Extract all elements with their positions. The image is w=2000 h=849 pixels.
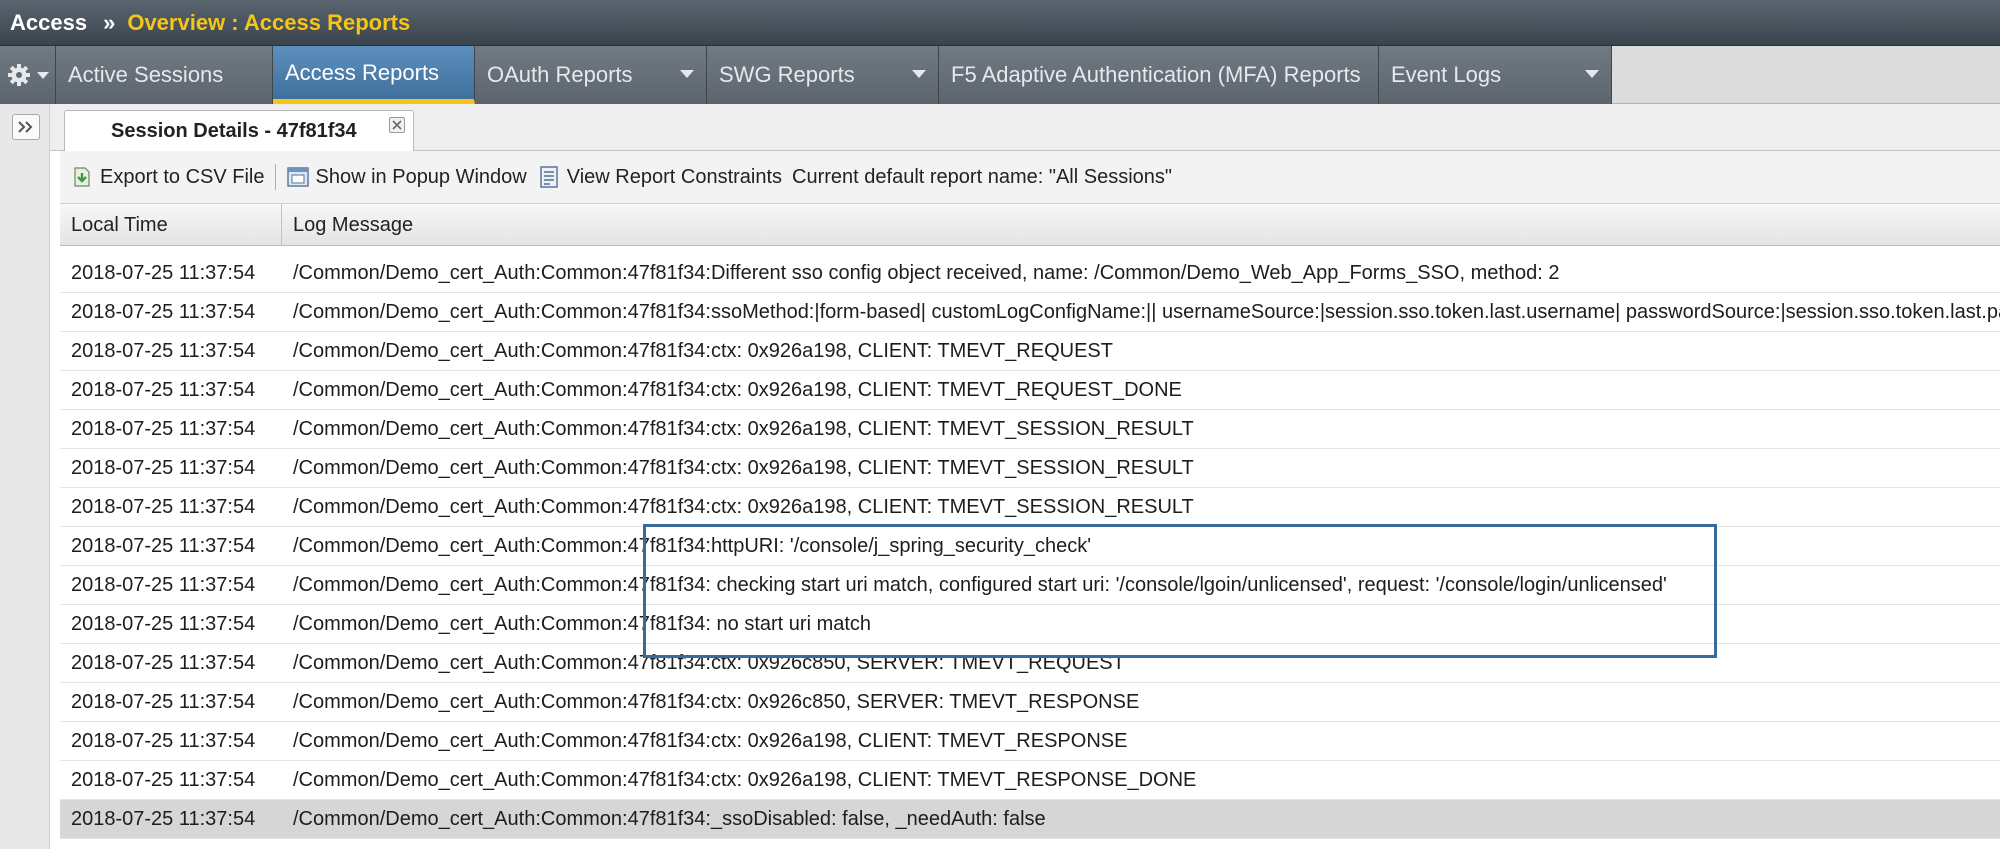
cell-local-time: 2018-07-25 11:37:54	[71, 574, 256, 596]
cell-log-message: /Common/Demo_cert_Auth:Common:47f81f34:c…	[293, 340, 1113, 362]
popup-window-label: Show in Popup Window	[315, 165, 527, 188]
table-row[interactable]: 2018-07-25 11:37:54/Common/Demo_cert_Aut…	[60, 371, 2000, 410]
tab-label: Access Reports	[285, 59, 440, 85]
export-csv-button[interactable]: Export to CSV File	[70, 165, 265, 189]
cell-log-message: /Common/Demo_cert_Auth:Common:47f81f34:c…	[293, 379, 1182, 401]
gear-icon	[7, 64, 30, 86]
doc-tab-title: Session Details - 47f81f34	[111, 120, 357, 142]
cell-log-message: /Common/Demo_cert_Auth:Common:47f81f34:c…	[293, 691, 1140, 713]
cell-local-time: 2018-07-25 11:37:54	[71, 418, 256, 440]
popup-window-button[interactable]: Show in Popup Window	[286, 165, 527, 189]
double-chevron-right-icon	[18, 121, 33, 133]
breadcrumb-current: Overview : Access Reports	[127, 9, 411, 35]
chevron-down-icon[interactable]	[1585, 70, 1599, 78]
column-header-local-time[interactable]: Local Time	[60, 204, 282, 246]
table-row[interactable]: 2018-07-25 11:37:54/Common/Demo_cert_Aut…	[60, 488, 2000, 527]
table-row[interactable]: 2018-07-25 11:37:54/Common/Demo_cert_Aut…	[60, 761, 2000, 800]
table-row[interactable]: 2018-07-25 11:37:54/Common/Demo_cert_Aut…	[60, 800, 2000, 839]
left-rail	[0, 104, 50, 849]
cell-log-message: /Common/Demo_cert_Auth:Common:47f81f34:c…	[293, 496, 1194, 518]
breadcrumb: Access » Overview : Access Reports	[0, 0, 2000, 46]
tab-access-reports[interactable]: Access Reports	[273, 46, 475, 104]
export-csv-label: Export to CSV File	[100, 165, 265, 188]
cell-local-time: 2018-07-25 11:37:54	[71, 301, 256, 323]
cell-log-message: /Common/Demo_cert_Auth:Common:47f81f34:c…	[293, 457, 1194, 479]
cell-log-message: /Common/Demo_cert_Auth:Common:47f81f34:c…	[293, 769, 1197, 791]
cell-local-time: 2018-07-25 11:37:54	[71, 808, 256, 830]
cell-log-message: /Common/Demo_cert_Auth:Common:47f81f34: …	[293, 574, 1667, 596]
chevron-down-icon	[36, 71, 49, 79]
column-header-log-message[interactable]: Log Message	[282, 204, 2000, 246]
tab-session-details[interactable]: Session Details - 47f81f34	[64, 110, 414, 152]
breadcrumb-root[interactable]: Access	[10, 10, 87, 36]
column-header-label: Log Message	[293, 213, 414, 236]
log-table-header: Local Time Log Message	[60, 204, 2000, 246]
table-row[interactable]: 2018-07-25 11:37:54/Common/Demo_cert_Aut…	[60, 722, 2000, 761]
tab-label: OAuth Reports	[487, 62, 633, 87]
cell-local-time: 2018-07-25 11:37:54	[71, 613, 256, 635]
chevron-down-icon[interactable]	[912, 70, 926, 78]
close-icon[interactable]	[389, 117, 405, 133]
cell-local-time: 2018-07-25 11:37:54	[71, 691, 256, 713]
tab-label: Active Sessions	[68, 62, 224, 87]
document-tab-strip: Session Details - 47f81f34	[50, 104, 2000, 152]
table-row[interactable]: 2018-07-25 11:37:54/Common/Demo_cert_Aut…	[60, 644, 2000, 683]
table-row[interactable]: 2018-07-25 11:37:54/Common/Demo_cert_Aut…	[60, 449, 2000, 488]
view-report-constraints-button[interactable]: View Report Constraints	[537, 165, 782, 189]
cell-log-message: /Common/Demo_cert_Auth:Common:47f81f34:s…	[293, 301, 2000, 323]
tab-swg-reports[interactable]: SWG Reports	[707, 46, 939, 104]
table-row[interactable]: 2018-07-25 11:37:54/Common/Demo_cert_Aut…	[60, 293, 2000, 332]
log-table-body[interactable]: 2018-07-25 11:37:54/Common/Demo_cert_Aut…	[60, 246, 2000, 849]
menu-bar: Active Sessions Access Reports OAuth Rep…	[0, 46, 2000, 104]
cell-log-message: /Common/Demo_cert_Auth:Common:47f81f34:D…	[293, 262, 1560, 284]
tab-active-sessions[interactable]: Active Sessions	[56, 46, 273, 104]
table-row[interactable]: 2018-07-25 11:37:54/Common/Demo_cert_Aut…	[60, 410, 2000, 449]
tab-label: Event Logs	[1391, 62, 1502, 87]
report-constraints-icon	[540, 166, 558, 188]
table-row[interactable]: 2018-07-25 11:37:54/Common/Demo_cert_Aut…	[60, 527, 2000, 566]
settings-menu-button[interactable]	[0, 46, 56, 104]
breadcrumb-separator: »	[103, 9, 116, 35]
cell-log-message: /Common/Demo_cert_Auth:Common:47f81f34: …	[293, 613, 872, 635]
cell-local-time: 2018-07-25 11:37:54	[71, 379, 256, 401]
popup-window-icon	[286, 167, 309, 187]
cell-log-message: /Common/Demo_cert_Auth:Common:47f81f34:c…	[293, 418, 1194, 440]
expand-panel-button[interactable]	[12, 114, 40, 140]
cell-local-time: 2018-07-25 11:37:54	[71, 262, 256, 284]
cell-log-message: /Common/Demo_cert_Auth:Common:47f81f34:c…	[293, 652, 1125, 674]
cell-log-message: /Common/Demo_cert_Auth:Common:47f81f34:h…	[293, 535, 1092, 557]
tab-event-logs[interactable]: Event Logs	[1379, 46, 1612, 104]
table-row[interactable]: 2018-07-25 11:37:54/Common/Demo_cert_Aut…	[60, 683, 2000, 722]
cell-log-message: /Common/Demo_cert_Auth:Common:47f81f34:c…	[293, 730, 1128, 752]
view-report-constraints-label: View Report Constraints	[566, 165, 783, 188]
cell-local-time: 2018-07-25 11:37:54	[71, 535, 256, 557]
tab-label: SWG Reports	[719, 62, 855, 87]
table-row[interactable]: 2018-07-25 11:37:54/Common/Demo_cert_Aut…	[60, 605, 2000, 644]
tab-oauth-reports[interactable]: OAuth Reports	[475, 46, 707, 104]
cell-local-time: 2018-07-25 11:37:54	[71, 457, 256, 479]
log-rows: 2018-07-25 11:37:54/Common/Demo_cert_Aut…	[60, 254, 2000, 839]
report-toolbar: Export to CSV File Show in Popup Window …	[60, 151, 2000, 204]
table-row[interactable]: 2018-07-25 11:37:54/Common/Demo_cert_Aut…	[60, 254, 2000, 293]
cell-local-time: 2018-07-25 11:37:54	[71, 652, 256, 674]
table-row[interactable]: 2018-07-25 11:37:54/Common/Demo_cert_Aut…	[60, 332, 2000, 371]
cell-log-message: /Common/Demo_cert_Auth:Common:47f81f34:_…	[293, 808, 1046, 830]
tab-f5-adaptive-authentication-reports[interactable]: F5 Adaptive Authentication (MFA) Reports	[939, 46, 1379, 104]
tab-label: F5 Adaptive Authentication (MFA) Reports	[951, 62, 1361, 87]
table-row[interactable]: 2018-07-25 11:37:54/Common/Demo_cert_Aut…	[60, 566, 2000, 605]
cell-local-time: 2018-07-25 11:37:54	[71, 769, 256, 791]
current-report-name: Current default report name: "All Sessio…	[792, 165, 1172, 188]
chevron-down-icon[interactable]	[680, 70, 694, 78]
column-header-label: Local Time	[71, 213, 168, 236]
csv-export-icon	[74, 167, 90, 187]
cell-local-time: 2018-07-25 11:37:54	[71, 730, 256, 752]
toolbar-divider	[274, 164, 276, 190]
cell-local-time: 2018-07-25 11:37:54	[71, 496, 256, 518]
cell-local-time: 2018-07-25 11:37:54	[71, 340, 256, 362]
